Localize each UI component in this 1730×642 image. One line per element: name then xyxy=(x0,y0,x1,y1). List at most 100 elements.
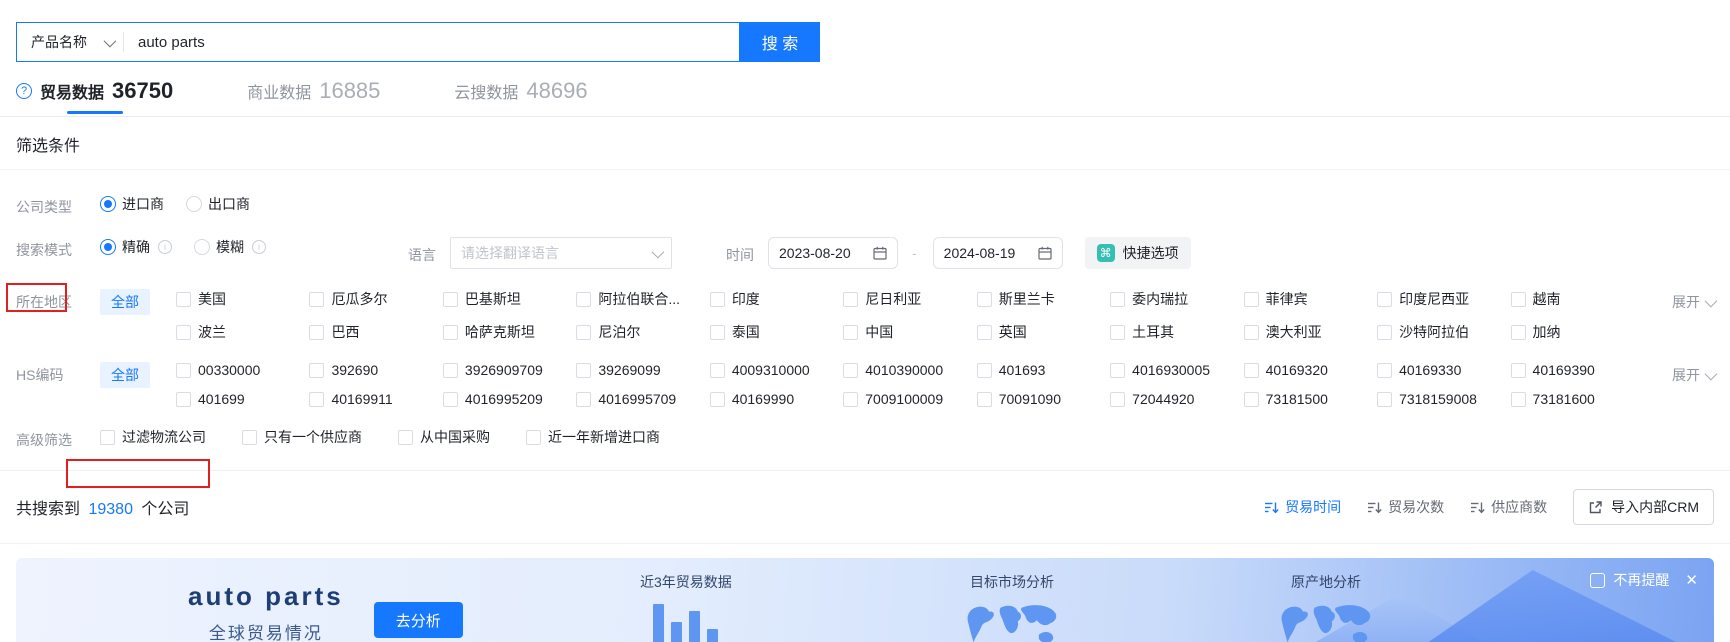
advanced-filter-checkbox[interactable]: 从中国采购 xyxy=(398,427,490,447)
checkbox-icon[interactable] xyxy=(1510,324,1526,340)
search-input[interactable] xyxy=(124,33,739,51)
region-checkbox[interactable]: 厄瓜多尔 xyxy=(309,289,442,309)
checkbox-icon[interactable] xyxy=(1243,291,1259,307)
region-all-tag[interactable]: 全部 xyxy=(100,289,150,315)
hs-code-checkbox[interactable]: 4016930005 xyxy=(1110,362,1243,378)
checkbox-icon[interactable] xyxy=(976,324,992,340)
checkbox-icon[interactable] xyxy=(843,391,859,407)
hs-code-checkbox[interactable]: 4016995209 xyxy=(442,391,576,407)
region-checkbox[interactable]: 尼泊尔 xyxy=(576,322,709,342)
checkbox-icon[interactable] xyxy=(176,391,191,407)
checkbox-icon[interactable] xyxy=(1377,391,1393,407)
checkbox-icon[interactable] xyxy=(1110,291,1126,307)
hs-code-checkbox[interactable]: 70091090 xyxy=(976,391,1110,407)
hs-code-checkbox[interactable]: 4009310000 xyxy=(709,362,843,378)
region-checkbox[interactable]: 斯里兰卡 xyxy=(976,289,1110,309)
region-checkbox[interactable]: 澳大利亚 xyxy=(1243,322,1377,342)
checkbox-icon[interactable] xyxy=(843,324,859,340)
hs-code-checkbox[interactable]: 00330000 xyxy=(176,362,309,378)
region-checkbox[interactable]: 印度尼西亚 xyxy=(1377,289,1510,309)
checkbox-icon[interactable] xyxy=(309,291,325,307)
region-checkbox[interactable]: 印度 xyxy=(709,289,843,309)
close-icon[interactable]: ✕ xyxy=(1685,571,1698,589)
radio-importer[interactable]: 进口商 xyxy=(100,194,164,214)
search-category-select[interactable]: 产品名称 xyxy=(17,32,123,52)
checkbox-icon[interactable] xyxy=(1110,324,1126,340)
checkbox-icon[interactable] xyxy=(309,362,325,378)
hs-code-checkbox[interactable]: 392690 xyxy=(309,362,442,378)
checkbox-icon[interactable] xyxy=(709,291,725,307)
hs-code-checkbox[interactable]: 4010390000 xyxy=(843,362,976,378)
checkbox-icon[interactable] xyxy=(100,429,115,445)
sort-trade-count[interactable]: 贸易次数 xyxy=(1367,497,1444,517)
checkbox-icon[interactable] xyxy=(442,391,458,407)
radio-exact-mode[interactable]: 精确 i xyxy=(100,237,172,257)
region-checkbox[interactable]: 阿拉伯联合... xyxy=(576,289,709,309)
dismiss-label[interactable]: 不再提醒 xyxy=(1613,570,1669,590)
checkbox-icon[interactable] xyxy=(176,362,191,378)
radio-unselected-icon[interactable] xyxy=(186,196,202,212)
hs-code-checkbox[interactable]: 7009100009 xyxy=(843,391,976,407)
date-end-input[interactable]: 2024-08-19 xyxy=(932,237,1063,269)
radio-exporter[interactable]: 出口商 xyxy=(186,194,250,214)
radio-selected-icon[interactable] xyxy=(100,239,116,255)
hs-code-checkbox[interactable]: 40169911 xyxy=(309,391,442,407)
hs-code-checkbox[interactable]: 73181500 xyxy=(1243,391,1377,407)
checkbox-icon[interactable] xyxy=(976,391,992,407)
analyze-button[interactable]: 去分析 xyxy=(373,602,463,638)
checkbox-icon[interactable] xyxy=(709,362,725,378)
region-checkbox[interactable]: 巴基斯坦 xyxy=(442,289,576,309)
tab-trade-data[interactable]: ? 贸易数据 36750 xyxy=(16,78,173,114)
hs-code-checkbox[interactable]: 401699 xyxy=(176,391,309,407)
hs-code-checkbox[interactable]: 3926909709 xyxy=(442,362,576,378)
hs-code-checkbox[interactable]: 40169320 xyxy=(1243,362,1377,378)
info-icon[interactable]: i xyxy=(252,240,266,254)
checkbox-icon[interactable] xyxy=(1243,362,1259,378)
radio-selected-icon[interactable] xyxy=(100,196,116,212)
region-checkbox[interactable]: 英国 xyxy=(976,322,1110,342)
checkbox-icon[interactable] xyxy=(976,362,992,378)
region-checkbox[interactable]: 土耳其 xyxy=(1110,322,1243,342)
region-checkbox[interactable]: 菲律宾 xyxy=(1243,289,1377,309)
checkbox-icon[interactable] xyxy=(309,391,325,407)
region-checkbox[interactable]: 越南 xyxy=(1510,289,1644,309)
hs-code-checkbox[interactable]: 401693 xyxy=(976,362,1110,378)
advanced-filter-checkbox[interactable]: 只有一个供应商 xyxy=(242,427,362,447)
hs-code-checkbox[interactable]: 40169330 xyxy=(1377,362,1510,378)
checkbox-icon[interactable] xyxy=(1243,391,1259,407)
checkbox-icon[interactable] xyxy=(1510,291,1526,307)
radio-unselected-icon[interactable] xyxy=(194,239,210,255)
region-checkbox[interactable]: 美国 xyxy=(176,289,309,309)
hs-code-checkbox[interactable]: 4016995709 xyxy=(576,391,709,407)
checkbox-icon[interactable] xyxy=(1110,362,1126,378)
region-checkbox[interactable]: 沙特阿拉伯 xyxy=(1377,322,1510,342)
checkbox-icon[interactable] xyxy=(843,362,859,378)
language-select[interactable]: 请选择翻译语言 xyxy=(450,237,672,269)
checkbox-icon[interactable] xyxy=(1243,324,1259,340)
checkbox-icon[interactable] xyxy=(176,291,191,307)
checkbox-icon[interactable] xyxy=(309,324,325,340)
hs-code-checkbox[interactable]: 7318159008 xyxy=(1377,391,1510,407)
checkbox-icon[interactable] xyxy=(442,362,458,378)
hs-all-tag[interactable]: 全部 xyxy=(100,362,150,388)
region-checkbox[interactable]: 中国 xyxy=(843,322,976,342)
checkbox-icon[interactable] xyxy=(442,324,458,340)
checkbox-icon[interactable] xyxy=(843,291,859,307)
checkbox-icon[interactable] xyxy=(1110,391,1126,407)
region-checkbox[interactable]: 加纳 xyxy=(1510,322,1644,342)
checkbox-icon[interactable] xyxy=(442,291,458,307)
checkbox-icon[interactable] xyxy=(1510,391,1526,407)
checkbox-icon[interactable] xyxy=(1377,291,1393,307)
quick-options-button[interactable]: ⌘ 快捷选项 xyxy=(1084,237,1191,269)
tab-cloud-search-data[interactable]: 云搜数据 48696 xyxy=(454,78,587,114)
hs-expand-button[interactable]: 展开 xyxy=(1644,362,1718,385)
checkbox-icon[interactable] xyxy=(709,324,725,340)
info-icon[interactable]: i xyxy=(158,240,172,254)
advanced-filter-checkbox[interactable]: 近一年新增进口商 xyxy=(526,427,660,447)
checkbox-icon[interactable] xyxy=(398,429,413,445)
hs-code-checkbox[interactable]: 39269099 xyxy=(576,362,709,378)
region-expand-button[interactable]: 展开 xyxy=(1644,289,1718,312)
hs-code-checkbox[interactable]: 40169390 xyxy=(1510,362,1644,378)
search-button[interactable]: 搜 索 xyxy=(740,22,820,62)
region-checkbox[interactable]: 巴西 xyxy=(309,322,442,342)
